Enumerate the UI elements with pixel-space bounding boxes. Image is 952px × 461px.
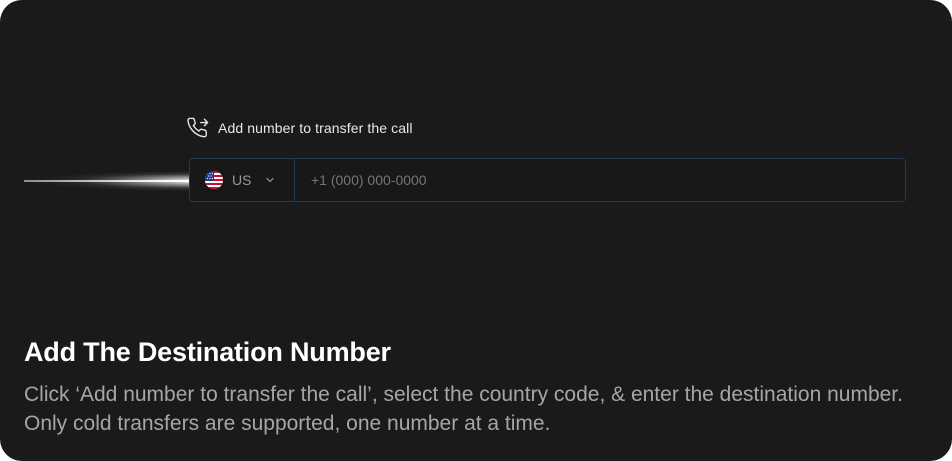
us-flag-icon bbox=[205, 171, 223, 189]
country-code-select[interactable]: US bbox=[190, 159, 295, 201]
step-title: Add The Destination Number bbox=[24, 337, 391, 367]
phone-number-input[interactable] bbox=[295, 159, 905, 201]
phone-forward-icon bbox=[187, 117, 209, 139]
add-transfer-number-label: Add number to transfer the call bbox=[218, 120, 413, 136]
country-code-label: US bbox=[232, 172, 252, 188]
add-transfer-number-link[interactable]: Add number to transfer the call bbox=[187, 116, 413, 140]
phone-number-input-group: US bbox=[189, 158, 906, 202]
step-description: Click ‘Add number to transfer the call’,… bbox=[24, 383, 903, 435]
chevron-down-icon bbox=[260, 174, 276, 186]
pointer-beam-core bbox=[24, 180, 190, 182]
tutorial-card: Add number to transfer the call US +1 (0… bbox=[0, 0, 952, 461]
